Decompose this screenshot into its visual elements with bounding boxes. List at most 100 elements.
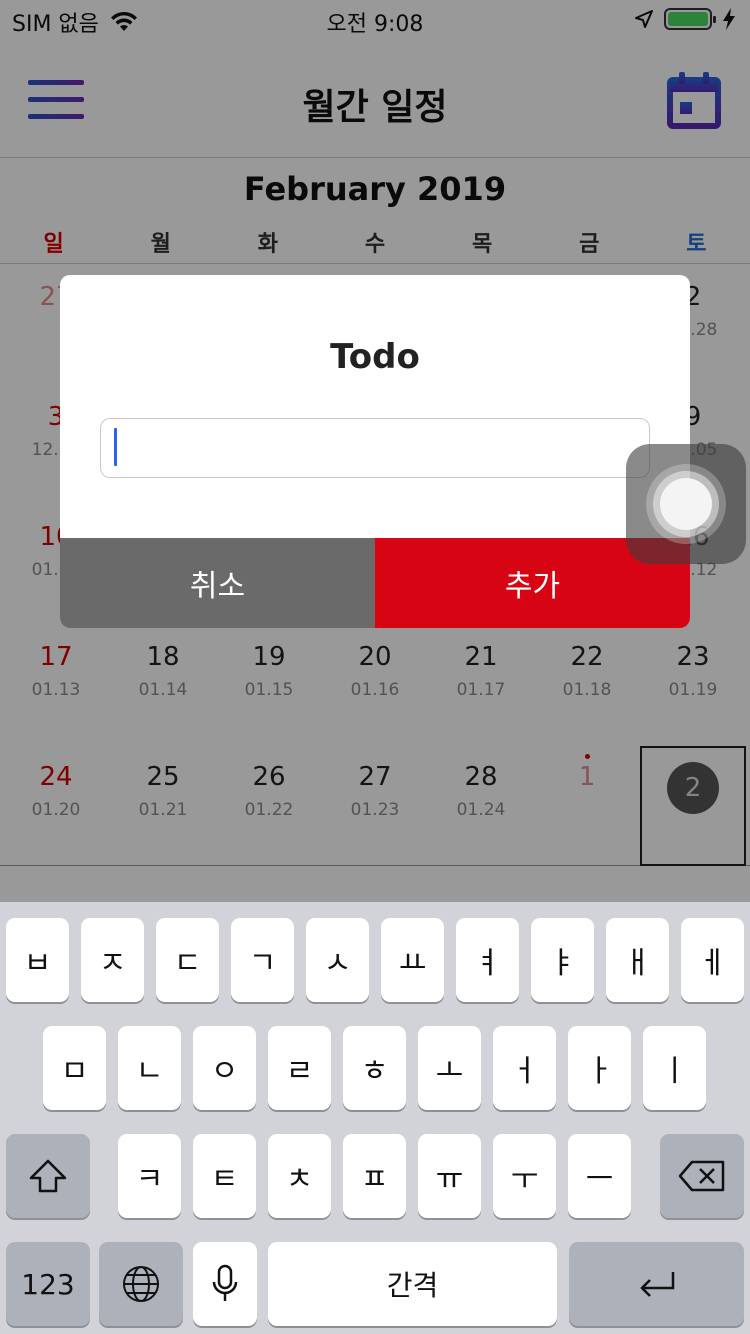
letter-key[interactable]: ㅁ	[43, 1026, 106, 1110]
event-dot	[585, 754, 590, 759]
day-number: 23	[676, 642, 710, 672]
page-title: 월간 일정	[302, 87, 448, 128]
letter-key[interactable]: ㄷ	[156, 918, 219, 1002]
numbers-key[interactable]: 123	[6, 1242, 90, 1326]
day-number: 2	[667, 762, 719, 814]
day-number: 19	[252, 642, 286, 672]
letter-key[interactable]: ㅑ	[531, 918, 594, 1002]
nav-header: 월간 일정	[0, 40, 750, 158]
cancel-button[interactable]: 취소	[60, 538, 375, 628]
calendar-week-row: 24 01.20 25 01.21 26 01.22 27 01.23 28 01.24 1 2	[0, 746, 750, 866]
weekday-thu: 목	[472, 232, 493, 257]
letter-key[interactable]: ㅛ	[381, 918, 444, 1002]
lunar-date: 01.22	[244, 800, 294, 820]
letter-key[interactable]: ㅠ	[418, 1134, 481, 1218]
todo-dialog: Todo 취소 추가	[60, 275, 690, 628]
letter-key[interactable]: ㅡ	[568, 1134, 631, 1218]
letter-key[interactable]: ㅍ	[343, 1134, 406, 1218]
calendar-day-wed[interactable]: 20 01.16	[322, 626, 428, 746]
lunar-date: 01.19	[668, 680, 718, 700]
letter-key[interactable]: ㅐ	[606, 918, 669, 1002]
shift-key[interactable]	[6, 1134, 90, 1218]
battery-icon	[664, 8, 716, 30]
letter-key[interactable]: ㅜ	[493, 1134, 556, 1218]
charging-bolt-icon	[723, 8, 735, 30]
letter-key[interactable]: ㅌ	[193, 1134, 256, 1218]
letter-key[interactable]: ㅣ	[643, 1026, 706, 1110]
weekday-mon: 월	[150, 232, 171, 257]
lunar-date: 01.23	[350, 800, 400, 820]
day-number: 21	[464, 642, 498, 672]
lunar-date: 01.14	[138, 680, 188, 700]
lunar-date: 01.17	[456, 680, 506, 700]
letter-key[interactable]: ㄱ	[231, 918, 294, 1002]
calendar-week-row: 17 01.13 18 01.14 19 01.15 20 01.16 21 01.17 22 01.…	[0, 626, 750, 746]
day-number: 22	[570, 642, 604, 672]
letter-key[interactable]: ㅋ	[118, 1134, 181, 1218]
calendar-day-wed[interactable]: 27 01.23	[322, 746, 428, 866]
day-number: 24	[39, 762, 73, 792]
lunar-date: 01.20	[31, 800, 81, 820]
lunar-date: 01.24	[456, 800, 506, 820]
todo-input[interactable]	[100, 418, 650, 478]
calendar-day-fri[interactable]: 22 01.18	[534, 626, 640, 746]
dictation-key[interactable]	[193, 1242, 257, 1326]
day-number: 17	[39, 642, 73, 672]
lunar-date: 01.18	[562, 680, 612, 700]
backspace-icon	[678, 1160, 725, 1192]
day-number: 1	[578, 762, 596, 792]
letter-key[interactable]: ㅔ	[681, 918, 744, 1002]
weekday-header: 일 월 화 수 목 금 토	[0, 226, 750, 264]
return-icon	[639, 1272, 674, 1297]
globe-key[interactable]	[99, 1242, 183, 1326]
lunar-date: 01.13	[31, 680, 81, 700]
calendar-day-sat[interactable]: 23 01.19	[640, 626, 746, 746]
letter-key[interactable]: ㅊ	[268, 1134, 331, 1218]
weekday-sun: 일	[43, 232, 64, 257]
day-number: 20	[358, 642, 392, 672]
lunar-date: 01.16	[350, 680, 400, 700]
calendar-day-thu[interactable]: 21 01.17	[428, 626, 534, 746]
location-arrow-icon	[635, 10, 653, 28]
calendar-icon[interactable]	[666, 70, 722, 130]
calendar-day-fri[interactable]: 1	[534, 746, 640, 866]
calendar-day-mon[interactable]: 18 01.14	[110, 626, 216, 746]
lunar-date: 01.21	[138, 800, 188, 820]
letter-key[interactable]: ㅕ	[456, 918, 519, 1002]
globe-icon	[123, 1266, 159, 1302]
delete-key[interactable]	[660, 1134, 744, 1218]
letter-key[interactable]: ㄹ	[268, 1026, 331, 1110]
day-number: 28	[464, 762, 498, 792]
letter-key[interactable]: ㅇ	[193, 1026, 256, 1110]
status-bar: SIM 없음 오전 9:08	[0, 0, 750, 40]
text-caret	[114, 428, 117, 466]
letter-key[interactable]: ㅈ	[81, 918, 144, 1002]
letter-key[interactable]: ㅎ	[343, 1026, 406, 1110]
letter-key[interactable]: ㅏ	[568, 1026, 631, 1110]
lunar-date: 01.15	[244, 680, 294, 700]
dialog-title: Todo	[330, 337, 420, 377]
calendar-day-sun[interactable]: 24 01.20	[3, 746, 109, 866]
calendar-day-tue[interactable]: 26 01.22	[216, 746, 322, 866]
calendar-day-tue[interactable]: 19 01.15	[216, 626, 322, 746]
calendar-day-sat[interactable]: 2	[640, 746, 746, 866]
letter-key[interactable]: ㅗ	[418, 1026, 481, 1110]
calendar-day-mon[interactable]: 25 01.21	[110, 746, 216, 866]
day-number: 27	[358, 762, 392, 792]
letter-key[interactable]: ㅅ	[306, 918, 369, 1002]
letter-key[interactable]: ㅂ	[6, 918, 69, 1002]
weekday-sat: 토	[686, 232, 707, 257]
weekday-tue: 화	[257, 232, 278, 257]
space-key[interactable]: 간격	[268, 1242, 557, 1326]
month-title: February 2019	[243, 170, 507, 208]
letter-key[interactable]: ㄴ	[118, 1026, 181, 1110]
day-number: 18	[146, 642, 180, 672]
keyboard: 123 간격 ㅂㅈㄷㄱㅅㅛㅕㅑㅐㅔㅁㄴㅇㄹㅎㅗㅓㅏㅣㅋㅌㅊㅍㅠㅜㅡ	[0, 902, 750, 1334]
weekday-wed: 수	[364, 232, 386, 257]
assistive-touch-button[interactable]	[626, 444, 746, 564]
day-number: 25	[146, 762, 180, 792]
calendar-day-thu[interactable]: 28 01.24	[428, 746, 534, 866]
calendar-day-sun[interactable]: 17 01.13	[3, 626, 109, 746]
return-key[interactable]	[569, 1242, 744, 1326]
letter-key[interactable]: ㅓ	[493, 1026, 556, 1110]
